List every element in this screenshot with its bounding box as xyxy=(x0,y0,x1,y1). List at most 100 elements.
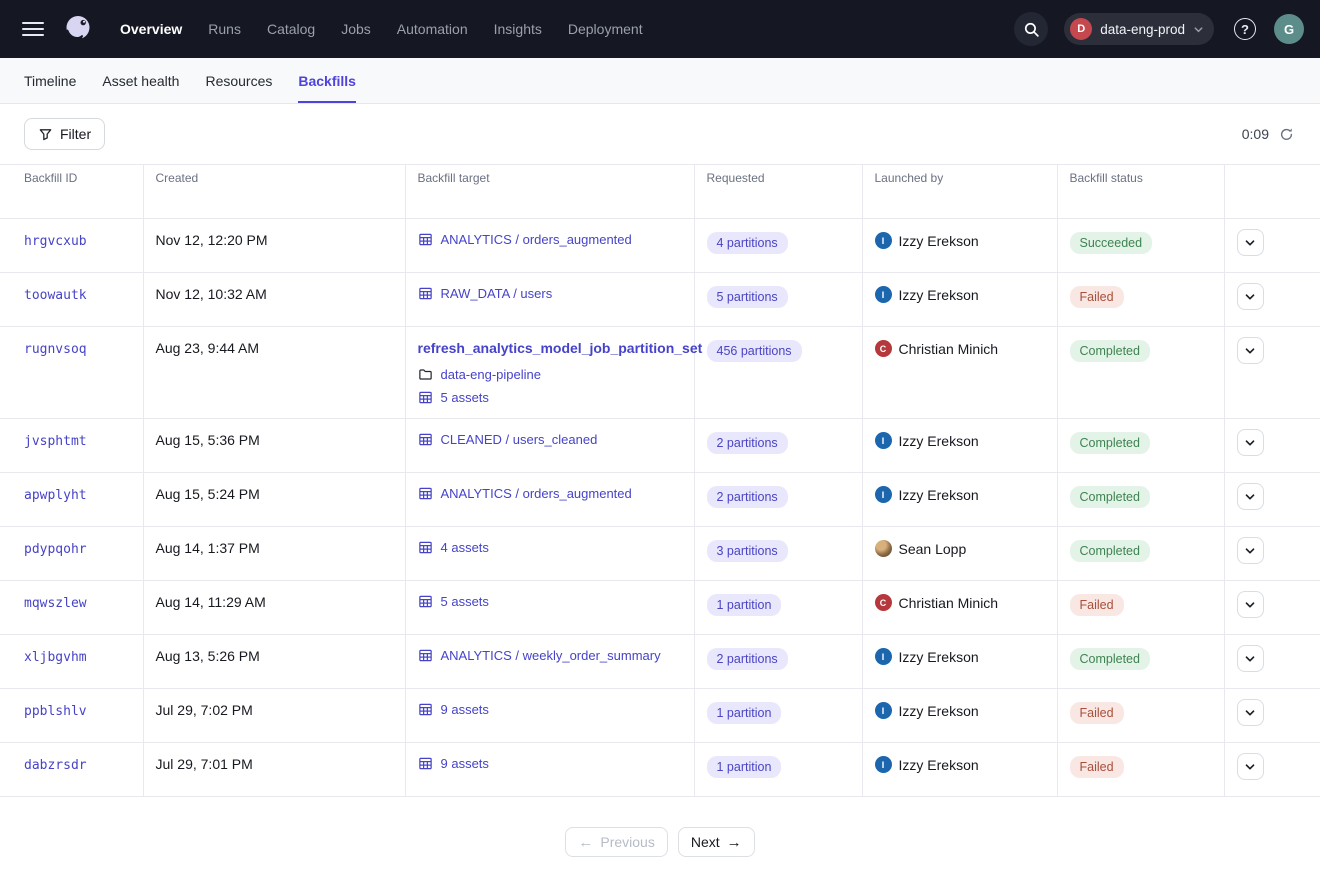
top-nav: Overview Runs Catalog Jobs Automation Insight… xyxy=(0,0,1320,58)
chevron-down-icon xyxy=(1193,24,1204,35)
avatar: I xyxy=(875,702,892,719)
asset-table-icon xyxy=(418,648,433,663)
backfill-status-badge: Failed xyxy=(1070,594,1124,616)
created-timestamp: Nov 12, 12:20 PM xyxy=(156,232,268,248)
row-actions-button[interactable] xyxy=(1237,537,1264,564)
launched-by-name: Izzy Erekson xyxy=(899,433,979,449)
created-timestamp: Jul 29, 7:02 PM xyxy=(156,702,253,718)
backfill-id-link[interactable]: rugnvsoq xyxy=(24,342,87,357)
previous-page-button[interactable]: ← Previous xyxy=(565,827,667,857)
launched-by: I Izzy Erekson xyxy=(875,756,1045,773)
tab-backfills[interactable]: Backfills xyxy=(298,58,356,103)
requested-partitions-badge: 456 partitions xyxy=(707,340,802,362)
nav-items: Overview Runs Catalog Jobs Automation Insight… xyxy=(120,21,643,37)
target-asset-link[interactable]: ANALYTICS / orders_augmented xyxy=(441,232,632,247)
refresh-icon[interactable] xyxy=(1277,125,1296,144)
row-actions-button[interactable] xyxy=(1237,645,1264,672)
backfill-id-link[interactable]: mqwszlew xyxy=(24,596,87,611)
backfill-id-link[interactable]: pdypqohr xyxy=(24,542,87,557)
requested-partitions-badge: 1 partition xyxy=(707,756,782,778)
created-timestamp: Jul 29, 7:01 PM xyxy=(156,756,253,772)
launched-by-name: Izzy Erekson xyxy=(899,287,979,303)
launched-by-name: Christian Minich xyxy=(899,341,999,357)
chevron-down-icon xyxy=(1244,491,1256,503)
tab-resources[interactable]: Resources xyxy=(205,58,272,103)
table-row: ppblshlv Jul 29, 7:02 PM 9 assets 1 partiti… xyxy=(0,689,1320,743)
backfill-id-link[interactable]: ppblshlv xyxy=(24,704,87,719)
row-actions-button[interactable] xyxy=(1237,753,1264,780)
backfill-status-badge: Failed xyxy=(1070,286,1124,308)
row-actions-button[interactable] xyxy=(1237,483,1264,510)
row-actions-button[interactable] xyxy=(1237,283,1264,310)
table-row: jvsphtmtAug 15, 5:36 PMCLEANED / users_c… xyxy=(0,419,1320,473)
dagster-logo-icon[interactable] xyxy=(56,7,100,51)
nav-item-runs[interactable]: Runs xyxy=(208,21,241,37)
nav-item-catalog[interactable]: Catalog xyxy=(267,21,315,37)
launched-by: CChristian Minich xyxy=(875,594,1045,611)
target-asset-link[interactable]: 9 assets xyxy=(441,756,489,771)
launched-by: IIzzy Erekson xyxy=(875,432,1045,449)
asset-table-icon xyxy=(418,286,433,301)
search-icon[interactable] xyxy=(1014,12,1048,46)
deployment-switcher[interactable]: D data-eng-prod xyxy=(1064,13,1214,45)
nav-item-overview[interactable]: Overview xyxy=(120,21,182,37)
refresh-countdown: 0:09 xyxy=(1242,126,1269,142)
requested-partitions-badge: 1 partition xyxy=(707,702,782,724)
table-row: pdypqohrAug 14, 1:37 PM4 assets3 partiti… xyxy=(0,527,1320,581)
backfill-id-link[interactable]: hrgvcxub xyxy=(24,234,87,249)
backfill-id-link[interactable]: apwplyht xyxy=(24,488,87,503)
backfill-id-link[interactable]: xljbgvhm xyxy=(24,650,87,665)
menu-icon[interactable] xyxy=(16,12,50,46)
target-asset-link[interactable]: 4 assets xyxy=(441,540,489,555)
avatar: I xyxy=(875,648,892,665)
launched-by-name: Izzy Erekson xyxy=(899,649,979,665)
avatar: I xyxy=(875,286,892,303)
user-avatar[interactable]: G xyxy=(1274,14,1304,44)
target-asset-link[interactable]: ANALYTICS / weekly_order_summary xyxy=(441,648,661,663)
tab-asset-health[interactable]: Asset health xyxy=(102,58,179,103)
avatar xyxy=(875,540,892,557)
target-asset-link[interactable]: 5 assets xyxy=(441,594,489,609)
table-row: rugnvsoqAug 23, 9:44 AMrefresh_analytics… xyxy=(0,327,1320,419)
nav-item-automation[interactable]: Automation xyxy=(397,21,468,37)
backfill-id-link[interactable]: toowautk xyxy=(24,288,87,303)
backfill-id-link[interactable]: jvsphtmt xyxy=(24,434,87,449)
column-header-requested: Requested xyxy=(694,165,862,219)
job-partition-set-link[interactable]: refresh_analytics_model_job_partition_se… xyxy=(418,340,703,356)
created-timestamp: Aug 13, 5:26 PM xyxy=(156,648,260,664)
backfills-table: Backfill IDCreatedBackfill targetRequest… xyxy=(0,164,1320,797)
backfill-status-badge: Completed xyxy=(1070,340,1150,362)
avatar: I xyxy=(875,756,892,773)
row-actions-button[interactable] xyxy=(1237,337,1264,364)
row-actions-button[interactable] xyxy=(1237,229,1264,256)
backfill-status-badge: Completed xyxy=(1070,540,1150,562)
row-actions-button[interactable] xyxy=(1237,699,1264,726)
target-asset-link[interactable]: ANALYTICS / orders_augmented xyxy=(441,486,632,501)
nav-item-insights[interactable]: Insights xyxy=(494,21,542,37)
launched-by-name: Sean Lopp xyxy=(899,541,967,557)
row-actions-button[interactable] xyxy=(1237,591,1264,618)
filter-button[interactable]: Filter xyxy=(24,118,105,150)
chevron-down-icon xyxy=(1244,291,1256,303)
target-asset-link[interactable]: RAW_DATA / users xyxy=(441,286,553,301)
tab-timeline[interactable]: Timeline xyxy=(24,58,76,103)
asset-table-icon xyxy=(418,756,433,771)
next-page-button[interactable]: Next → xyxy=(678,827,755,857)
chevron-down-icon xyxy=(1244,437,1256,449)
chevron-down-icon xyxy=(1244,599,1256,611)
help-button[interactable]: ? xyxy=(1230,14,1260,44)
table-header-row: Backfill IDCreatedBackfill targetRequest… xyxy=(0,165,1320,219)
target-asset-link[interactable]: CLEANED / users_cleaned xyxy=(441,432,598,447)
backfill-id-link[interactable]: dabzrsdr xyxy=(24,758,87,773)
next-label: Next xyxy=(691,834,720,850)
target-asset-link[interactable]: 5 assets xyxy=(441,390,489,405)
asset-table-icon xyxy=(418,594,433,609)
column-header-created: Created xyxy=(143,165,405,219)
nav-item-deployment[interactable]: Deployment xyxy=(568,21,643,37)
created-timestamp: Nov 12, 10:32 AM xyxy=(156,286,267,302)
nav-item-jobs[interactable]: Jobs xyxy=(341,21,371,37)
target-asset-link[interactable]: 9 assets xyxy=(441,702,489,717)
launched-by-name: Izzy Erekson xyxy=(899,757,979,773)
backfill-status-badge: Failed xyxy=(1070,702,1124,724)
row-actions-button[interactable] xyxy=(1237,429,1264,456)
